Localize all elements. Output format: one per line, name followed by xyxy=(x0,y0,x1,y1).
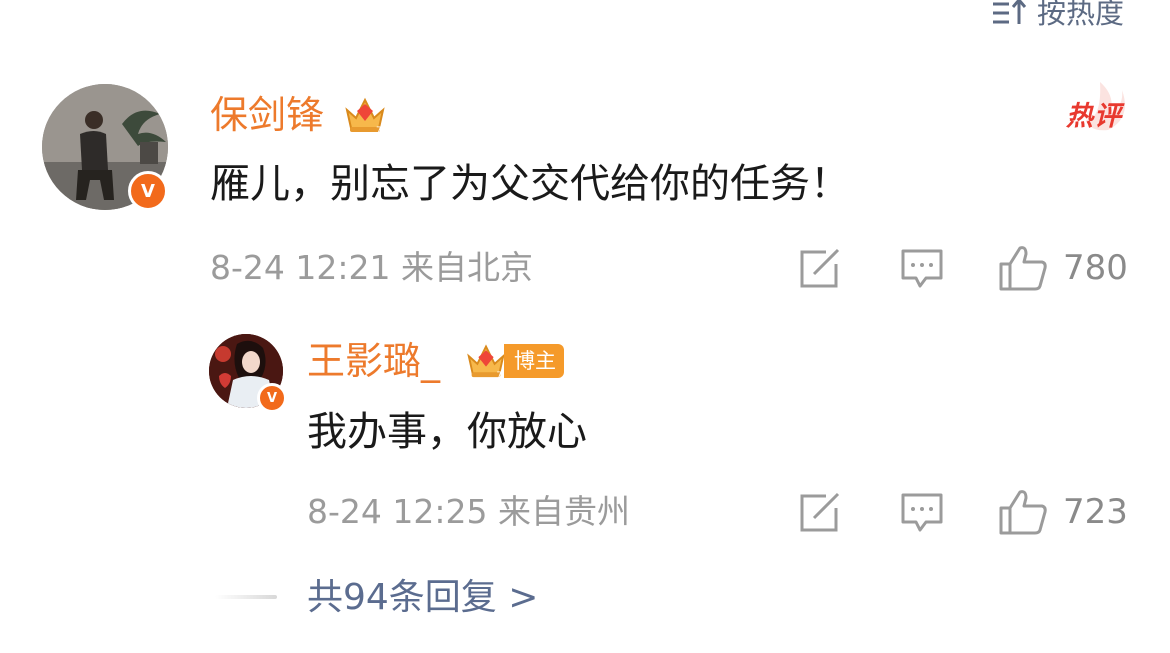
comment-time: 12:21 xyxy=(295,248,391,287)
hot-comment-tag: 热评 xyxy=(1066,101,1122,132)
verified-icon: V xyxy=(128,171,168,211)
comment-icon[interactable] xyxy=(900,248,944,290)
divider xyxy=(215,595,277,599)
view-all-replies-link[interactable]: 共94条回复 > xyxy=(307,580,538,616)
share-icon[interactable] xyxy=(798,492,842,534)
comment-date: 8-24 xyxy=(210,248,285,287)
reply-text: 我办事，你放心 xyxy=(307,409,587,455)
like-icon[interactable] xyxy=(998,488,1048,536)
comment-meta: 8-24 12:21 来自北京 xyxy=(210,251,533,284)
comment-text: 雁儿，别忘了为父交代给你的任务！ xyxy=(210,161,850,207)
svg-text:7: 7 xyxy=(497,371,502,380)
like-count: 723 xyxy=(1063,492,1128,532)
reply-username[interactable]: 王影璐_ xyxy=(307,342,440,380)
crown-icon: 7 xyxy=(467,344,505,380)
reply-meta: 8-24 12:25 来自贵州 xyxy=(307,495,630,528)
comment-icon[interactable] xyxy=(900,492,944,534)
share-icon[interactable] xyxy=(798,248,842,290)
comment-username[interactable]: 保剑锋 xyxy=(210,96,324,134)
comment-location: 来自北京 xyxy=(401,248,534,287)
reply-date: 8-24 xyxy=(307,492,382,531)
reply-time: 12:25 xyxy=(392,492,488,531)
crown-icon: 7 xyxy=(345,97,385,134)
like-icon[interactable] xyxy=(998,244,1048,292)
reply-location: 来自贵州 xyxy=(498,492,631,531)
svg-text:7: 7 xyxy=(376,126,382,134)
sort-label: 按热度 xyxy=(1036,0,1124,30)
blogger-badge: 博主 xyxy=(504,344,564,378)
like-count: 780 xyxy=(1063,248,1128,288)
verified-icon: V xyxy=(257,383,287,413)
sort-by-hot-button[interactable]: 按热度 xyxy=(991,0,1124,32)
sort-arrow-icon xyxy=(991,0,1029,26)
